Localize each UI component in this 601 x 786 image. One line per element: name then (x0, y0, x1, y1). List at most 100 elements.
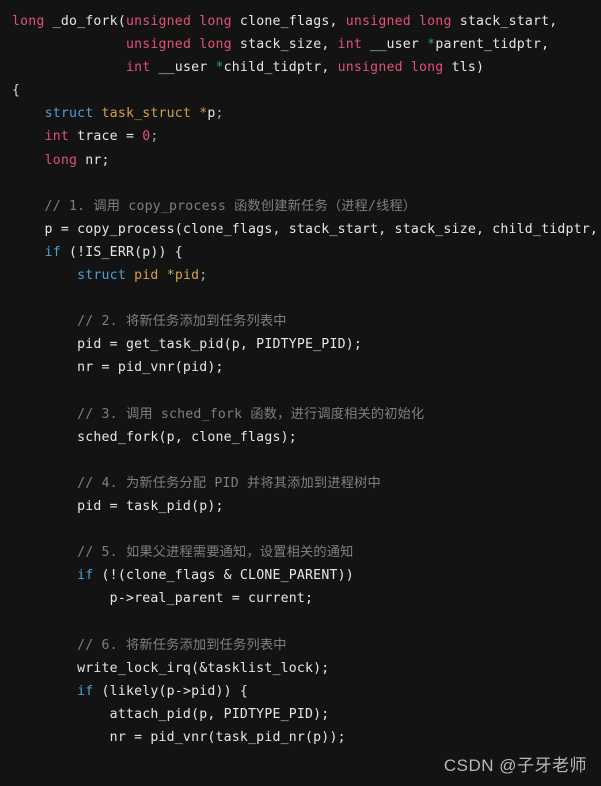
code-token: p (207, 106, 216, 122)
code-token: pid = get_task_pid(p, PIDTYPE_PID); (12, 337, 363, 353)
code-token: * (215, 60, 224, 76)
code-token: pid (134, 268, 159, 284)
code-token: // 3. 调用 sched_fork 函数，进行调度相关的初始化 (12, 406, 425, 422)
code-token: unsigned long (337, 60, 444, 76)
code-token: ; (199, 268, 208, 284)
code-line: if (likely(p->pid)) { (0, 680, 601, 703)
code-screenshot: long _do_fork(unsigned long clone_flags,… (0, 0, 601, 786)
code-token: (!(clone_flags & CLONE_PARENT)) (93, 568, 354, 584)
code-token: nr = pid_vnr(pid); (12, 360, 224, 376)
code-line: { (0, 79, 601, 102)
code-token: int (44, 129, 69, 145)
code-token: sched_fork(p, clone_flags); (12, 429, 297, 445)
code-token: // 4. 为新任务分配 PID 并将其添加到进程树中 (12, 475, 381, 491)
code-token: if (77, 568, 94, 584)
code-line: struct task_struct *p; (0, 102, 601, 125)
code-line: if (!IS_ERR(p)) { (0, 241, 601, 264)
code-token: (likely(p->pid)) { (93, 683, 249, 699)
code-token: nr = pid_vnr(task_pid_nr(p)); (12, 729, 346, 745)
code-token: write_lock_irq(&tasklist_lock); (12, 660, 330, 676)
code-token: child_tidptr, (223, 60, 338, 76)
code-line: long nr; (0, 149, 601, 172)
csdn-watermark: CSDN @子牙老师 (443, 756, 587, 775)
code-token: __user (362, 37, 428, 53)
code-token: _do_fork( (44, 14, 126, 29)
code-token: ; (150, 129, 159, 145)
code-token: attach_pid(p, PIDTYPE_PID); (12, 706, 330, 722)
code-line: nr = pid_vnr(task_pid_nr(p)); (0, 726, 601, 749)
code-token: if (44, 244, 61, 260)
code-line: pid = task_pid(p); (0, 495, 601, 518)
code-token: clone_flags, (231, 14, 346, 29)
code-token: long (44, 152, 78, 168)
code-block[interactable]: long _do_fork(unsigned long clone_flags,… (0, 0, 601, 749)
code-line: // 6. 将新任务添加到任务列表中 (0, 634, 601, 657)
code-line: int trace = 0; (0, 125, 601, 148)
code-token: // 1. 调用 copy_process 函数创建新任务（进程/线程） (12, 198, 417, 214)
code-line: p->real_parent = current; (0, 587, 601, 610)
code-token: p->real_parent = current; (12, 591, 314, 607)
code-token: task_struct (101, 106, 192, 122)
code-token: trace = (68, 129, 143, 145)
code-token: struct (44, 106, 94, 122)
code-token: stack_start, (451, 14, 558, 29)
code-line: write_lock_irq(&tasklist_lock); (0, 657, 601, 680)
code-line: // 4. 为新任务分配 PID 并将其添加到进程树中 (0, 472, 601, 495)
code-line: if (!(clone_flags & CLONE_PARENT)) (0, 564, 601, 587)
code-token: __user (150, 60, 216, 76)
code-line: struct pid *pid; (0, 264, 601, 287)
code-token: long (12, 14, 45, 29)
code-token: unsigned long (345, 14, 452, 29)
code-token: // 2. 将新任务添加到任务列表中 (12, 314, 287, 330)
code-token: // 5. 如果父进程需要通知，设置相关的通知 (12, 545, 354, 561)
code-token: { (12, 83, 21, 99)
code-token: * (166, 268, 175, 284)
code-token: unsigned long (125, 37, 232, 53)
code-token: struct (77, 268, 126, 284)
code-line: // 3. 调用 sched_fork 函数，进行调度相关的初始化 (0, 403, 601, 426)
code-line: pid = get_task_pid(p, PIDTYPE_PID); (0, 333, 601, 356)
code-line: p = copy_process(clone_flags, stack_star… (0, 218, 601, 241)
code-token: if (77, 683, 94, 699)
code-token: pid (174, 268, 200, 284)
code-line: sched_fork(p, clone_flags); (0, 426, 601, 449)
code-line: // 2. 将新任务添加到任务列表中 (0, 310, 601, 333)
code-token: pid = task_pid(p); (12, 498, 224, 514)
code-line: attach_pid(p, PIDTYPE_PID); (0, 703, 601, 726)
code-token: ; (215, 106, 224, 122)
code-line: nr = pid_vnr(pid); (0, 356, 601, 379)
code-token: // 6. 将新任务添加到任务列表中 (12, 637, 287, 653)
code-line: unsigned long stack_size, int __user *pa… (0, 33, 601, 56)
code-token: unsigned long (125, 14, 232, 29)
code-line: int __user *child_tidptr, unsigned long … (0, 56, 601, 79)
code-token: stack_size, (231, 37, 338, 53)
code-token: tls) (443, 60, 485, 76)
code-token: parent_tidptr, (435, 37, 550, 53)
code-token: nr; (77, 152, 110, 168)
code-token: int (125, 60, 151, 76)
code-token: int (337, 37, 363, 53)
code-line: // 1. 调用 copy_process 函数创建新任务（进程/线程） (0, 195, 601, 218)
code-token: p = copy_process(clone_flags, stack_star… (12, 221, 601, 237)
code-line: // 5. 如果父进程需要通知，设置相关的通知 (0, 541, 601, 564)
code-token: (!IS_ERR(p)) { (60, 244, 183, 260)
code-line: long _do_fork(unsigned long clone_flags,… (0, 10, 601, 33)
